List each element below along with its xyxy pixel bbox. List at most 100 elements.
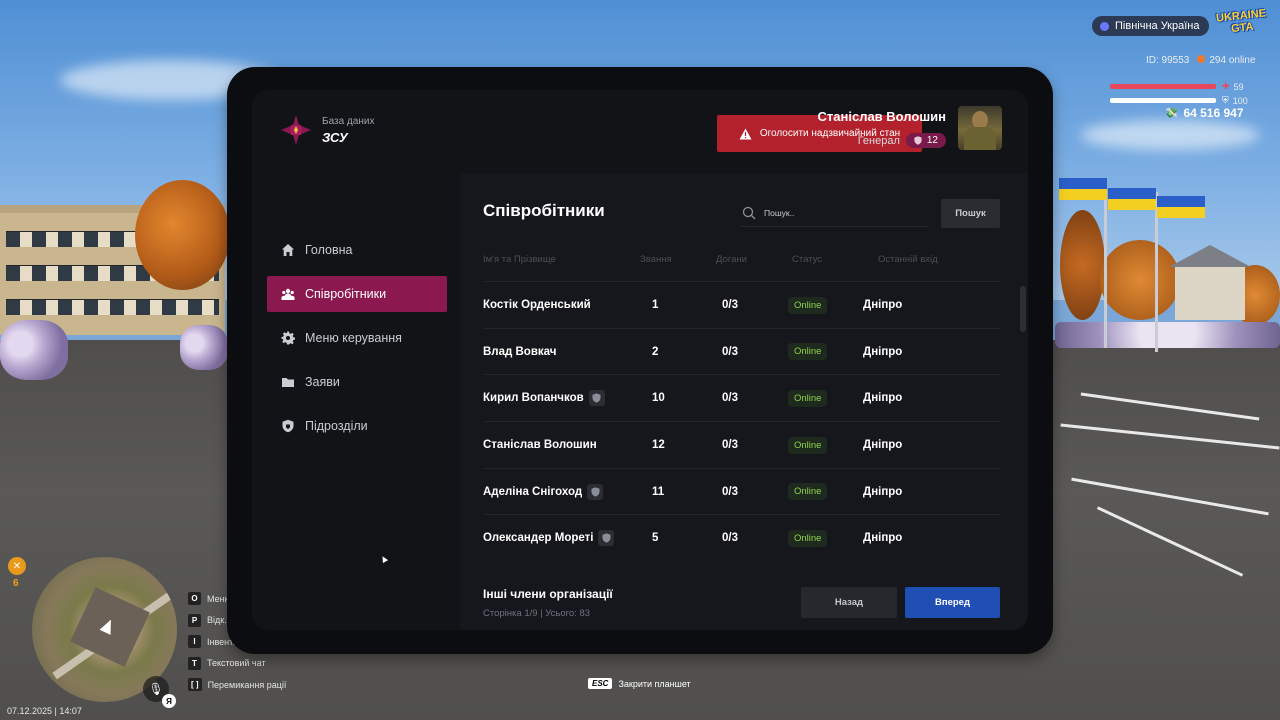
table-row[interactable]: Влад Вовкач 2 0/3 Online Дніпро xyxy=(483,327,1000,375)
employee-last-login: Дніпро xyxy=(863,532,903,545)
search-input[interactable]: Пошук.. xyxy=(740,200,928,227)
pagination-info: Інші члени організації Сторінка 1/9 | Ус… xyxy=(483,587,613,619)
column-last-login: Останній вхід xyxy=(878,254,938,265)
employee-name: Костік Орденський xyxy=(483,299,591,311)
money-display: 💸 64 516 947 xyxy=(1165,106,1244,120)
hotkey-key: I xyxy=(188,635,201,649)
player-id: ID: 99553 xyxy=(1146,55,1190,66)
home-icon xyxy=(282,244,294,256)
tablet: База даних ЗСУ Головна Співробітники Мен… xyxy=(227,67,1053,654)
table-row[interactable]: Аделіна Снігоход 11 0/3 Online Дніпро xyxy=(483,467,1000,515)
brand-subtitle: База даних xyxy=(322,115,375,127)
sidebar-item-label: Підрозділи xyxy=(305,419,368,433)
table-row[interactable]: Костік Орденський 1 0/3 Online Дніпро xyxy=(483,281,1000,328)
employee-rank: 10 xyxy=(652,392,665,405)
employee-name: Олександер Мореті xyxy=(483,532,594,545)
table-header: Ім'я та Прізвище Звання Догани Статус Ос… xyxy=(483,254,1000,268)
employee-name: Кирил Вопанчков xyxy=(483,392,584,405)
column-name: Ім'я та Прізвище xyxy=(483,254,556,265)
column-status: Статус xyxy=(792,254,823,265)
brand-title: ЗСУ xyxy=(322,129,348,145)
brand: База даних ЗСУ xyxy=(280,114,374,146)
search-icon xyxy=(742,206,756,220)
status-badge: Online xyxy=(788,343,828,361)
food-icon: ✕ xyxy=(8,557,26,575)
close-tablet-hint: ESC Закрити планшет xyxy=(588,678,691,689)
tree xyxy=(135,180,230,290)
hotkey-key: P xyxy=(188,613,201,627)
flower-hedge xyxy=(1055,322,1280,348)
users-icon xyxy=(281,288,295,300)
shield-icon xyxy=(914,136,922,145)
house xyxy=(1169,245,1251,320)
user-name: Станіслав Волошин xyxy=(817,109,946,124)
money-amount: 64 516 947 xyxy=(1183,106,1244,120)
table-row[interactable]: Станіслав Волошин 12 0/3 Online Дніпро xyxy=(483,421,1000,468)
region-label: Північна Україна xyxy=(1115,20,1200,32)
server-logo: UKRAINE GTA xyxy=(1215,7,1267,36)
leader-shield-icon xyxy=(598,530,615,547)
sidebar-nav: Головна Співробітники Меню керування Зая… xyxy=(267,232,447,452)
flag-pole xyxy=(1104,178,1107,348)
sidebar-item-divisions[interactable]: Підрозділи xyxy=(267,408,447,444)
search-button[interactable]: Пошук xyxy=(941,199,1000,228)
flower-bush xyxy=(180,325,228,370)
shield-icon xyxy=(282,419,294,433)
table-row[interactable]: Олександер Мореті 5 0/3 Online Дніпро xyxy=(483,514,1000,561)
page-counter: Сторінка 1/9 | Усього: 83 xyxy=(483,608,591,619)
top-bar: Оголосити надзвичайний стан Станіслав Во… xyxy=(460,90,1028,174)
employee-warnings: 0/3 xyxy=(722,299,738,311)
avatar[interactable] xyxy=(958,106,1002,150)
status-badge: Online xyxy=(788,436,828,454)
employee-rank: 12 xyxy=(652,439,665,452)
hotkey-label: Текстовий чат xyxy=(207,658,266,669)
armor-bar xyxy=(1110,98,1216,103)
leader-shield-icon xyxy=(587,483,604,500)
back-button[interactable]: Назад xyxy=(801,587,897,618)
sidebar-item-management[interactable]: Меню керування xyxy=(267,320,447,356)
table-row[interactable]: Кирил Вопанчков 10 0/3 Online Дніпро xyxy=(483,374,1000,421)
status-badge: Online xyxy=(788,296,828,314)
online-count: 294 online xyxy=(1209,55,1256,66)
sidebar-item-label: Головна xyxy=(305,243,353,257)
employee-warnings: 0/3 xyxy=(722,485,738,498)
employee-last-login: Дніпро xyxy=(863,439,903,452)
zsu-emblem-icon xyxy=(281,115,311,145)
user-info: Станіслав Волошин Генерал 12 xyxy=(818,109,946,148)
employee-rank: 1 xyxy=(652,299,659,311)
employee-name: Влад Вовкач xyxy=(483,345,557,358)
hotkey-key: [ ] xyxy=(188,678,202,692)
status-badge: Online xyxy=(788,389,828,407)
user-level: 12 xyxy=(926,135,938,146)
leader-shield-icon xyxy=(588,390,605,407)
page-title: Співробітники xyxy=(483,201,605,220)
region-badge: Північна Україна xyxy=(1092,16,1210,36)
armor-number: 100 xyxy=(1232,95,1248,106)
employee-rank: 5 xyxy=(652,532,659,545)
sidebar-item-label: Співробітники xyxy=(305,287,387,301)
table-scrollbar[interactable] xyxy=(1020,286,1026,332)
folder-icon xyxy=(282,378,294,387)
sidebar-item-applications[interactable]: Заяви xyxy=(267,364,447,400)
sidebar-item-label: Заяви xyxy=(305,375,340,389)
parking-lines xyxy=(1060,390,1280,590)
next-button[interactable]: Вперед xyxy=(905,587,1000,618)
armor-icon: ⛨ xyxy=(1222,95,1229,105)
sidebar-item-label: Меню керування xyxy=(305,331,402,345)
other-members-title: Інші члени організації xyxy=(483,587,613,601)
employee-warnings: 0/3 xyxy=(722,439,738,452)
employee-name: Станіслав Волошин xyxy=(483,439,597,452)
armor-value: ⛨ 100 xyxy=(1222,95,1248,106)
gear-icon xyxy=(281,331,295,345)
sidebar-item-employees[interactable]: Співробітники xyxy=(267,276,447,312)
employee-last-login: Дніпро xyxy=(863,392,903,405)
employee-last-login: Дніпро xyxy=(863,345,903,358)
flag xyxy=(1059,178,1107,200)
region-icon xyxy=(1100,21,1109,31)
player-stats: ID: 99553 294 online xyxy=(1146,55,1256,66)
flower-bush xyxy=(0,320,68,380)
user-level-badge: 12 xyxy=(905,133,946,148)
sidebar-item-home[interactable]: Головна xyxy=(267,232,447,268)
status-badge: Online xyxy=(788,483,828,501)
hotkey-key: T xyxy=(188,656,201,670)
